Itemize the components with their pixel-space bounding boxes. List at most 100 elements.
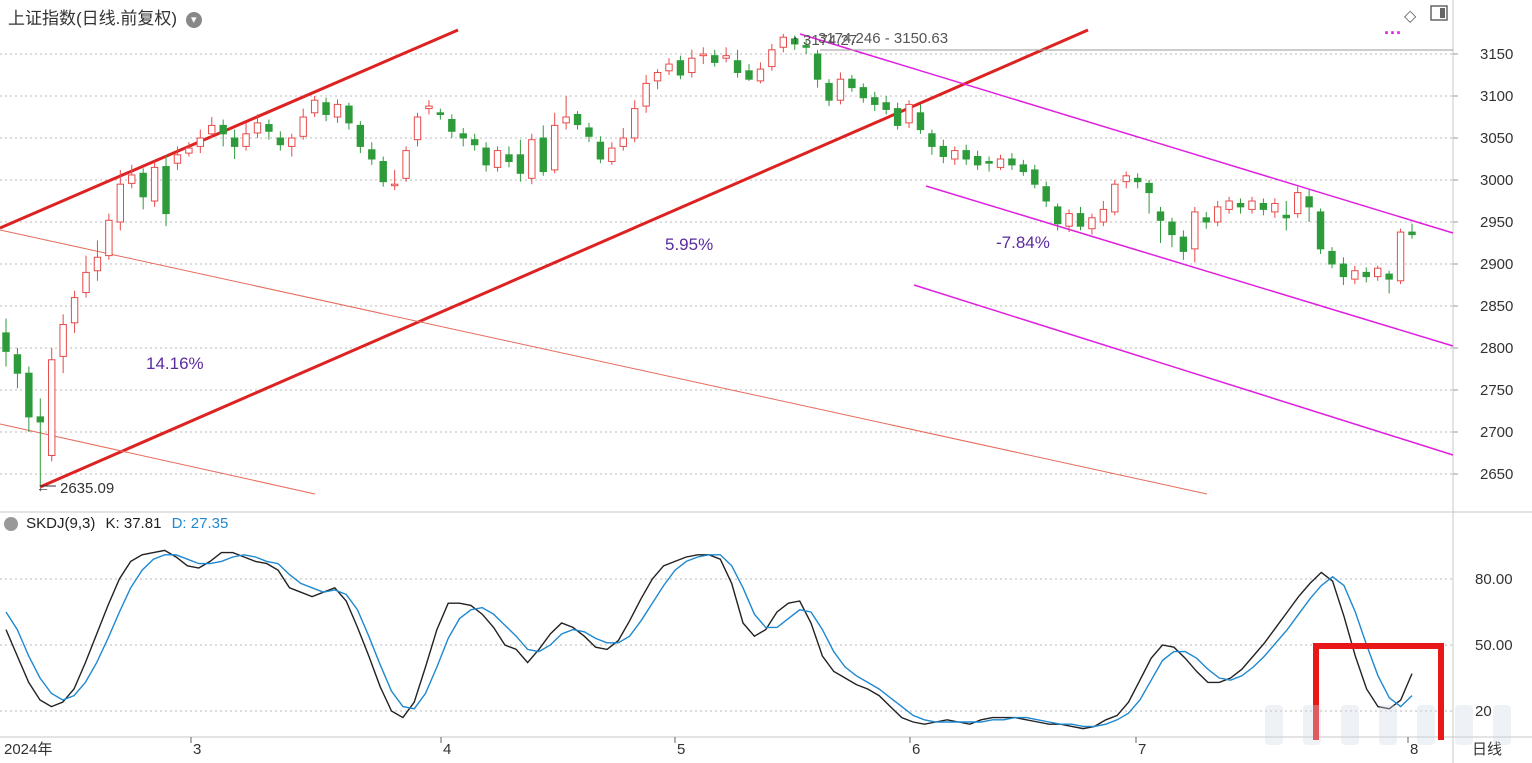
- watermark-bar: [1265, 705, 1283, 745]
- candle-body: [1156, 211, 1165, 221]
- candle-body: [208, 124, 216, 135]
- y-tick-label: 2900: [1480, 256, 1513, 273]
- candle-down: [1282, 201, 1290, 231]
- candle-body: [905, 103, 913, 124]
- candle-body: [185, 147, 193, 154]
- candle-up: [550, 112, 559, 174]
- candle-body: [1351, 270, 1359, 280]
- pct-label-up-1: 14.16%: [146, 354, 204, 373]
- candle-down: [676, 55, 685, 80]
- y-tick-label: 3100: [1480, 88, 1513, 105]
- pct-label-up-2: 5.95%: [665, 235, 713, 254]
- candle-body: [1259, 203, 1268, 210]
- candle-up: [242, 122, 250, 151]
- candle-body: [1362, 271, 1370, 278]
- candle-body: [882, 102, 890, 110]
- candle-up: [299, 108, 307, 140]
- candle-body: [562, 116, 570, 124]
- candle-up: [1396, 228, 1405, 285]
- candle-down: [745, 64, 753, 81]
- candle-down: [1031, 164, 1039, 189]
- candle-up: [722, 47, 730, 63]
- candle-up: [70, 290, 79, 333]
- candle-up: [59, 314, 67, 374]
- high-arrow: ↑: [792, 32, 799, 47]
- candle-body: [1236, 203, 1245, 208]
- candle-down: [1179, 230, 1188, 260]
- candle-up: [105, 213, 113, 260]
- candle-body: [196, 137, 205, 147]
- candle-body: [13, 354, 22, 374]
- candle-body: [1111, 183, 1119, 213]
- candle-up: [1225, 196, 1233, 214]
- candle-up: [951, 146, 959, 165]
- candle-body: [1271, 203, 1279, 213]
- candle-body: [573, 113, 582, 126]
- candle-down: [219, 119, 227, 147]
- candle-up: [528, 133, 536, 185]
- uptrend-line-lower: [39, 28, 1089, 489]
- candle-body: [1408, 231, 1416, 236]
- candle-body: [1248, 200, 1256, 210]
- candle-down: [13, 348, 22, 389]
- candle-body: [630, 108, 639, 139]
- x-tick-label: 4: [443, 741, 451, 758]
- watermark-bar: [1455, 705, 1473, 745]
- candle-body: [322, 102, 330, 115]
- candle-up: [608, 142, 616, 165]
- candle-body: [653, 71, 662, 82]
- candle-up: [562, 96, 570, 130]
- candle-down: [859, 83, 868, 103]
- candle-body: [699, 53, 707, 57]
- y-tick-label: 3150: [1480, 46, 1513, 63]
- candle-body: [93, 256, 102, 272]
- candle-down: [1145, 180, 1153, 214]
- candle-up: [493, 146, 502, 172]
- candle-body: [825, 82, 833, 101]
- candle-body: [299, 116, 307, 137]
- candle-up: [402, 146, 410, 182]
- y-tick-label: 2950: [1480, 214, 1513, 231]
- candle-down: [379, 156, 387, 187]
- candle-down: [985, 156, 993, 172]
- candle-up: [310, 96, 319, 117]
- candle-up: [905, 100, 913, 128]
- low-label: 2635.09: [60, 480, 114, 497]
- candle-down: [1168, 217, 1176, 248]
- candle-up: [642, 75, 650, 113]
- candle-body: [1385, 273, 1393, 280]
- candle-body: [1008, 158, 1016, 166]
- candle-body: [253, 122, 262, 134]
- candle-up: [756, 62, 765, 84]
- down-channel-upper: [799, 33, 1454, 234]
- candle-body: [493, 150, 502, 168]
- candle-down: [573, 111, 582, 130]
- candle-body: [756, 68, 765, 82]
- candle-body: [59, 323, 67, 357]
- y-tick-label: 2850: [1480, 298, 1513, 315]
- down-channel-lower: [913, 284, 1454, 456]
- candle-down: [505, 146, 513, 168]
- candle-body: [676, 60, 685, 76]
- ind-y-tick-label: 80.00: [1475, 571, 1513, 588]
- candle-down: [893, 102, 902, 130]
- candle-body: [1396, 231, 1405, 282]
- price-chart: 3150 3100 3050 3000 2950 2900 2850 2800 2750 2700…: [0, 0, 1532, 763]
- candle-up: [1111, 180, 1119, 216]
- candle-down: [928, 129, 936, 155]
- candle-up: [653, 69, 662, 90]
- chart-window: 上证指数(日线.前复权) ▾ ◇ ... SKDJ(9,3) K: 37.81 …: [0, 0, 1532, 763]
- y-tick-label: 2700: [1480, 424, 1513, 441]
- candle-down: [962, 144, 970, 165]
- candle-up: [1099, 201, 1108, 227]
- candle-body: [516, 154, 525, 174]
- candle-down: [1408, 223, 1416, 239]
- candle-down: [916, 104, 925, 134]
- candle-body: [162, 166, 170, 215]
- candle-up: [699, 47, 707, 65]
- candle-body: [1179, 236, 1188, 252]
- candle-body: [528, 139, 536, 179]
- candle-body: [711, 55, 719, 63]
- candle-down: [848, 75, 856, 92]
- candle-body: [116, 183, 125, 223]
